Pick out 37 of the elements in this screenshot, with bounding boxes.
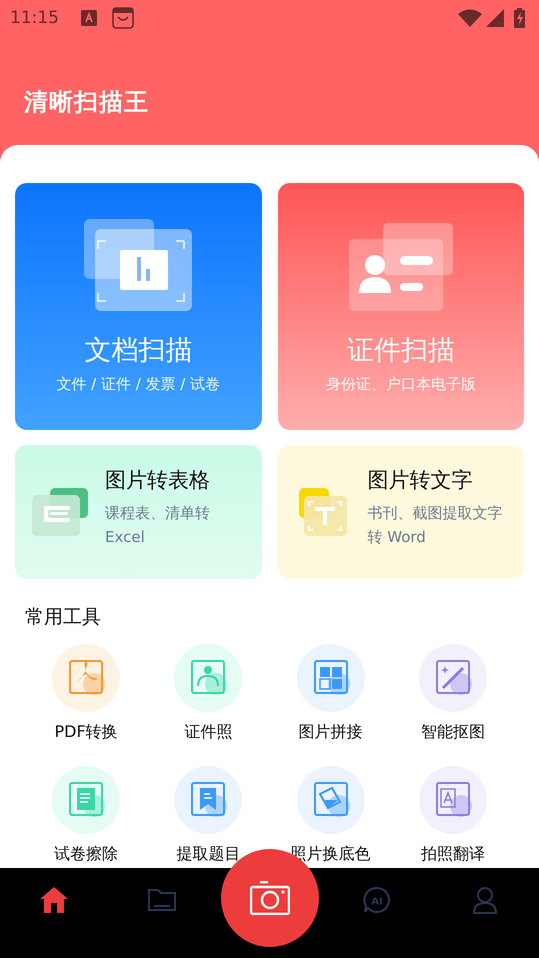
signal-icon: [486, 9, 504, 27]
card-subtitle: 文件 / 证件 / 发票 / 试卷: [56, 375, 220, 394]
convert-card[interactable]: 图片转表格 课程表、清单转Excel: [15, 445, 262, 579]
tool-label: PDF转换: [54, 722, 118, 742]
card-subtitle: 身份证、户口本电子版: [326, 375, 476, 394]
card-title: 图片转文字: [368, 467, 474, 494]
scan-card[interactable]: 证件扫描 身份证、户口本电子版: [278, 183, 524, 430]
tool-label: 提取题目: [176, 844, 240, 864]
shopping-bag-icon: [112, 7, 134, 29]
home-icon: [38, 886, 69, 914]
battery-icon: [514, 8, 525, 28]
tool-label: 拍照翻译: [420, 844, 485, 864]
card-subtitle: 课程表、清单转Excel: [105, 502, 211, 548]
folder-icon: [148, 889, 176, 911]
tool-label: 证件照: [184, 722, 232, 742]
ai-chat-icon: AI: [363, 886, 392, 914]
card-title: 图片转表格: [105, 467, 211, 494]
tool-label: 图片拼接: [298, 722, 363, 742]
status-time: 11:15: [10, 8, 59, 28]
tool-label: 试卷擦除: [54, 844, 118, 864]
card-title: 文档扫描: [84, 335, 192, 368]
profile-icon: [473, 886, 498, 914]
convert-card[interactable]: 图片转文字 书刊、截图提取文字转 Word: [278, 445, 524, 579]
card-subtitle: 书刊、截图提取文字转 Word: [368, 502, 504, 548]
keyboard-notification-icon: [81, 10, 97, 26]
id-card-icon: [348, 223, 453, 311]
app-title: 清晰扫描王: [24, 87, 150, 118]
tool-label: 智能抠图: [420, 722, 485, 742]
card-title: 证件扫描: [346, 335, 455, 368]
section-title: 常用工具: [25, 605, 102, 629]
document-scan-icon: [84, 219, 192, 311]
nav-tab[interactable]: AI: [353, 878, 402, 922]
table-convert-icon: [32, 488, 88, 536]
scan-card[interactable]: 文档扫描 文件 / 证件 / 发票 / 试卷: [15, 183, 262, 430]
camera-icon: [250, 881, 290, 915]
text-convert-icon: [298, 488, 346, 536]
wifi-icon: [458, 9, 482, 27]
